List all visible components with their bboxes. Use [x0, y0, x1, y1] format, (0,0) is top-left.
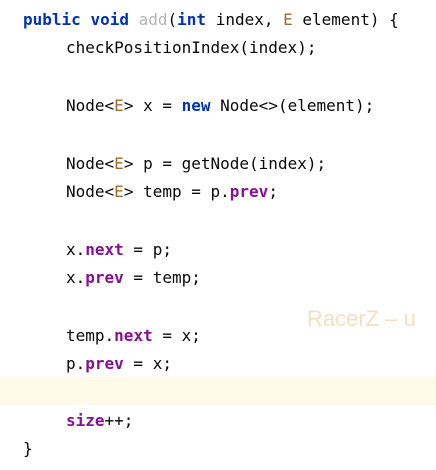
- code-segment: Node<: [66, 182, 115, 201]
- keyword-new: new: [181, 96, 211, 115]
- code-editor[interactable]: public void add(int index, E element) { …: [0, 0, 436, 470]
- keyword-int: int: [177, 10, 207, 29]
- type-param-e: E: [114, 96, 124, 115]
- code-segment: p.: [66, 354, 86, 373]
- field-next: next: [114, 326, 153, 345]
- code-segment: Node<: [66, 154, 115, 173]
- type-param-e: E: [283, 10, 293, 29]
- field-prev: prev: [85, 268, 124, 287]
- code-line-1[interactable]: public void add(int index, E element) {: [23, 8, 399, 32]
- code-segment: > p = getNode(index);: [123, 154, 327, 173]
- code-line-6[interactable]: x.next = p;: [66, 238, 172, 262]
- field-prev: prev: [85, 354, 124, 373]
- method-name: add: [138, 10, 168, 29]
- current-line-highlight: [0, 377, 436, 405]
- code-line-3[interactable]: Node<E> x = new Node<>(element);: [66, 94, 374, 118]
- code-segment: ;: [268, 182, 278, 201]
- keyword-public: public: [23, 10, 81, 29]
- code-line-10[interactable]: size++;: [66, 409, 133, 433]
- code-segment: Node<>(element);: [210, 96, 375, 115]
- code-line-7[interactable]: x.prev = temp;: [66, 266, 201, 290]
- code-segment: x.: [66, 240, 86, 259]
- field-next: next: [85, 240, 124, 259]
- watermark: RacerZ – u: [307, 306, 416, 331]
- type-param-e: E: [114, 182, 124, 201]
- code-segment: temp.: [66, 326, 115, 345]
- code-line-2[interactable]: checkPositionIndex(index);: [66, 36, 316, 60]
- code-line-9[interactable]: p.prev = x;: [66, 352, 172, 376]
- code-line-5[interactable]: Node<E> temp = p.prev;: [66, 180, 278, 204]
- code-line-11[interactable]: }: [23, 437, 33, 461]
- code-segment: = temp;: [123, 268, 201, 287]
- code-segment: = x;: [152, 326, 201, 345]
- code-segment: Node<: [66, 96, 115, 115]
- code-segment: = p;: [123, 240, 172, 259]
- field-size: size: [66, 411, 105, 430]
- field-prev: prev: [229, 182, 269, 201]
- code-segment: x.: [66, 268, 86, 287]
- type-param-e: E: [114, 154, 124, 173]
- paren-open: (: [167, 10, 178, 29]
- code-segment: = x;: [123, 354, 172, 373]
- param-element: element) {: [292, 10, 399, 29]
- code-line-8[interactable]: temp.next = x;: [66, 324, 201, 348]
- keyword-void: void: [90, 10, 129, 29]
- code-segment: > temp = p.: [123, 182, 230, 201]
- code-line-4[interactable]: Node<E> p = getNode(index);: [66, 152, 326, 176]
- param-index: index,: [206, 10, 284, 29]
- code-segment: > x =: [123, 96, 182, 115]
- closing-brace: }: [23, 439, 33, 458]
- code-segment: ++;: [104, 411, 134, 430]
- statement-text: checkPositionIndex(index);: [66, 38, 317, 57]
